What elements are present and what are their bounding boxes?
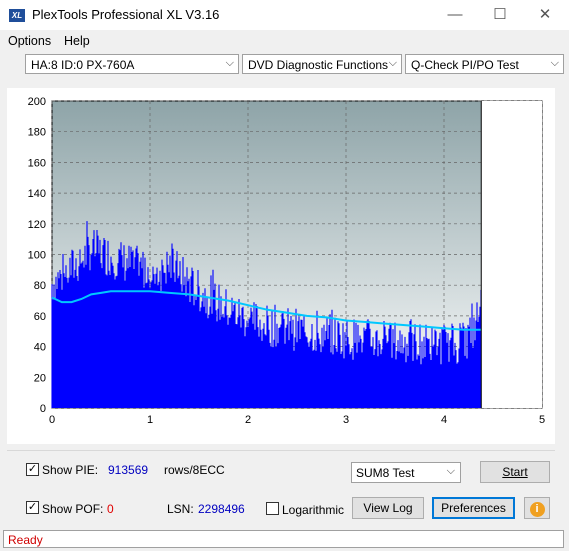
x-tick-label: 2	[245, 414, 251, 426]
view-log-button[interactable]: View Log	[352, 497, 424, 519]
pof-value: 0	[107, 502, 114, 516]
drive-select[interactable]: HA:8 ID:0 PX-760A ⌵	[25, 54, 239, 74]
x-tick-label: 3	[343, 414, 349, 426]
title-bar: XL PlexTools Professional XL V3.16 — ☐ ✕	[0, 0, 569, 30]
check-icon: ✓	[27, 501, 38, 513]
chart-panel: 200 180 160 140 120 100 80 60 40 20 0 0 1 2 3 4 5	[7, 88, 555, 444]
y-tick-label: 160	[28, 157, 46, 169]
window-title: PlexTools Professional XL V3.16	[32, 7, 220, 22]
menu-options[interactable]: Options	[8, 34, 51, 48]
start-button-label: Start	[502, 465, 528, 479]
pie-unit: rows/8ECC	[164, 463, 225, 477]
pie-value: 913569	[108, 463, 149, 477]
function-select[interactable]: DVD Diagnostic Functions ⌵	[242, 54, 402, 74]
function-select-value: DVD Diagnostic Functions	[248, 58, 389, 72]
unused-region	[481, 101, 542, 408]
menu-bar: Options Help	[0, 30, 569, 52]
y-tick-label: 0	[40, 403, 46, 415]
x-tick-label: 0	[49, 414, 55, 426]
y-tick-label: 20	[34, 372, 46, 384]
preferences-button[interactable]: Preferences	[432, 497, 515, 519]
chevron-down-icon: ⌵	[225, 57, 234, 69]
y-tick-label: 80	[34, 280, 46, 292]
y-tick-label: 40	[34, 342, 46, 354]
view-log-label: View Log	[363, 501, 413, 515]
x-tick-label: 5	[539, 414, 545, 426]
test-select[interactable]: Q-Check PI/PO Test ⌵	[405, 54, 564, 74]
info-icon: i	[529, 502, 545, 517]
status-bar: Ready	[3, 530, 564, 548]
logarithmic-checkbox[interactable]	[266, 502, 279, 515]
show-pie-label: Show PIE:	[42, 463, 99, 477]
chevron-down-icon: ⌵	[446, 465, 455, 477]
y-tick-label: 140	[28, 188, 46, 200]
chevron-down-icon: ⌵	[550, 57, 559, 69]
test-select-value: Q-Check PI/PO Test	[411, 58, 519, 72]
x-tick-label: 4	[441, 414, 447, 426]
drive-select-value: HA:8 ID:0 PX-760A	[31, 58, 135, 72]
y-tick-label: 60	[34, 311, 46, 323]
start-button[interactable]: Start	[480, 461, 550, 483]
divider	[7, 450, 555, 451]
y-tick-label: 100	[28, 250, 46, 262]
logarithmic-label: Logarithmic	[282, 503, 345, 517]
show-pof-checkbox[interactable]: ✓	[26, 501, 39, 514]
info-button[interactable]: i	[524, 497, 550, 519]
menu-help[interactable]: Help	[64, 34, 90, 48]
preferences-label: Preferences	[441, 501, 506, 515]
chevron-down-icon: ⌵	[388, 57, 397, 69]
show-pof-label: Show POF:	[42, 502, 104, 516]
check-icon: ✓	[27, 463, 38, 475]
maximize-button[interactable]: ☐	[477, 0, 523, 30]
show-pie-checkbox[interactable]: ✓	[26, 463, 39, 476]
status-text: Ready	[8, 533, 43, 547]
pi-po-chart: 2001801601401201008060402000 1 2 3 4 5	[28, 96, 545, 426]
minimize-button[interactable]: —	[432, 0, 478, 30]
lsn-label: LSN:	[167, 502, 194, 516]
y-tick-label: 120	[28, 219, 46, 231]
y-tick-label: 180	[28, 127, 46, 139]
x-tick-label: 1	[147, 414, 153, 426]
sum-test-value: SUM8 Test	[356, 466, 415, 480]
y-tick-label: 200	[28, 96, 46, 108]
sum-test-select[interactable]: SUM8 Test ⌵	[351, 462, 461, 483]
app-icon: XL	[9, 9, 25, 22]
lsn-value: 2298496	[198, 502, 245, 516]
close-button[interactable]: ✕	[522, 0, 568, 30]
